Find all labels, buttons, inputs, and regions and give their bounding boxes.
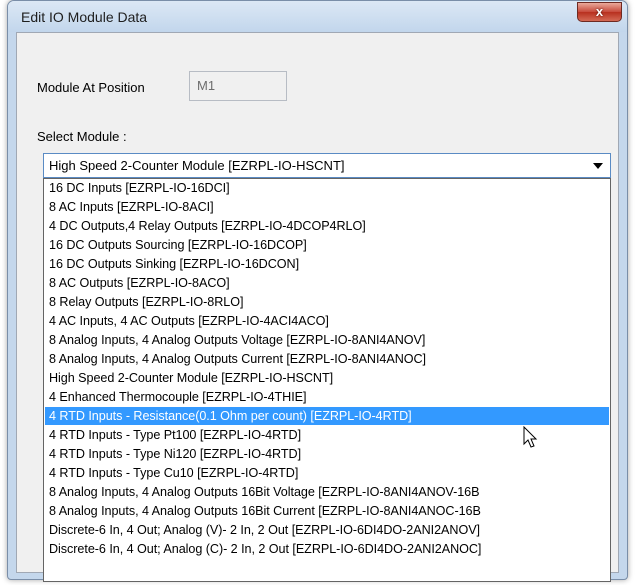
dropdown-option[interactable]: 4 DC Outputs,4 Relay Outputs [EZRPL-IO-4…	[45, 217, 609, 235]
dropdown-option[interactable]: 4 AC Inputs, 4 AC Outputs [EZRPL-IO-4ACI…	[45, 312, 609, 330]
dialog-title: Edit IO Module Data	[21, 9, 148, 25]
dropdown-option[interactable]: 8 Analog Inputs, 4 Analog Outputs 16Bit …	[45, 483, 609, 501]
dropdown-option[interactable]: 8 Analog Inputs, 4 Analog Outputs 16Bit …	[45, 502, 609, 520]
dropdown-option[interactable]: 8 AC Inputs [EZRPL-IO-8ACI]	[45, 198, 609, 216]
dropdown-option[interactable]: Discrete-6 In, 4 Out; Analog (C)- 2 In, …	[45, 540, 609, 558]
dropdown-option[interactable]: 16 DC Outputs Sourcing [EZRPL-IO-16DCOP]	[45, 236, 609, 254]
close-button[interactable]: x	[577, 2, 622, 22]
module-select[interactable]: High Speed 2-Counter Module [EZRPL-IO-HS…	[43, 153, 611, 178]
dropdown-option[interactable]: 4 Enhanced Thermocouple [EZRPL-IO-4THIE]	[45, 388, 609, 406]
module-dropdown-list[interactable]: 16 DC Inputs [EZRPL-IO-16DCI] 8 AC Input…	[43, 178, 611, 582]
select-module-label: Select Module :	[37, 129, 127, 144]
dropdown-option[interactable]: 4 RTD Inputs - Type Cu10 [EZRPL-IO-4RTD]	[45, 464, 609, 482]
dropdown-option[interactable]: High Speed 2-Counter Module [EZRPL-IO-HS…	[45, 369, 609, 387]
dropdown-option[interactable]: 8 AC Outputs [EZRPL-IO-8ACO]	[45, 274, 609, 292]
dropdown-option[interactable]: 8 Analog Inputs, 4 Analog Outputs Voltag…	[45, 331, 609, 349]
dropdown-option[interactable]: 16 DC Inputs [EZRPL-IO-16DCI]	[45, 179, 609, 197]
dropdown-option[interactable]: Discrete-6 In, 4 Out; Analog (V)- 2 In, …	[45, 521, 609, 539]
close-icon: x	[595, 4, 604, 19]
dropdown-option[interactable]: 16 DC Outputs Sinking [EZRPL-IO-16DCON]	[45, 255, 609, 273]
module-position-field: M1	[189, 71, 287, 101]
module-position-label: Module At Position	[37, 80, 145, 95]
dropdown-option-highlighted[interactable]: 4 RTD Inputs - Resistance(0.1 Ohm per co…	[45, 407, 609, 425]
mouse-pointer-icon	[523, 426, 538, 448]
chevron-down-icon[interactable]	[593, 163, 603, 169]
title-bar[interactable]: Edit IO Module Data x	[8, 1, 627, 32]
module-select-value: High Speed 2-Counter Module [EZRPL-IO-HS…	[49, 158, 345, 173]
dropdown-option[interactable]: 8 Relay Outputs [EZRPL-IO-8RLO]	[45, 293, 609, 311]
dropdown-option[interactable]: 8 Analog Inputs, 4 Analog Outputs Curren…	[45, 350, 609, 368]
